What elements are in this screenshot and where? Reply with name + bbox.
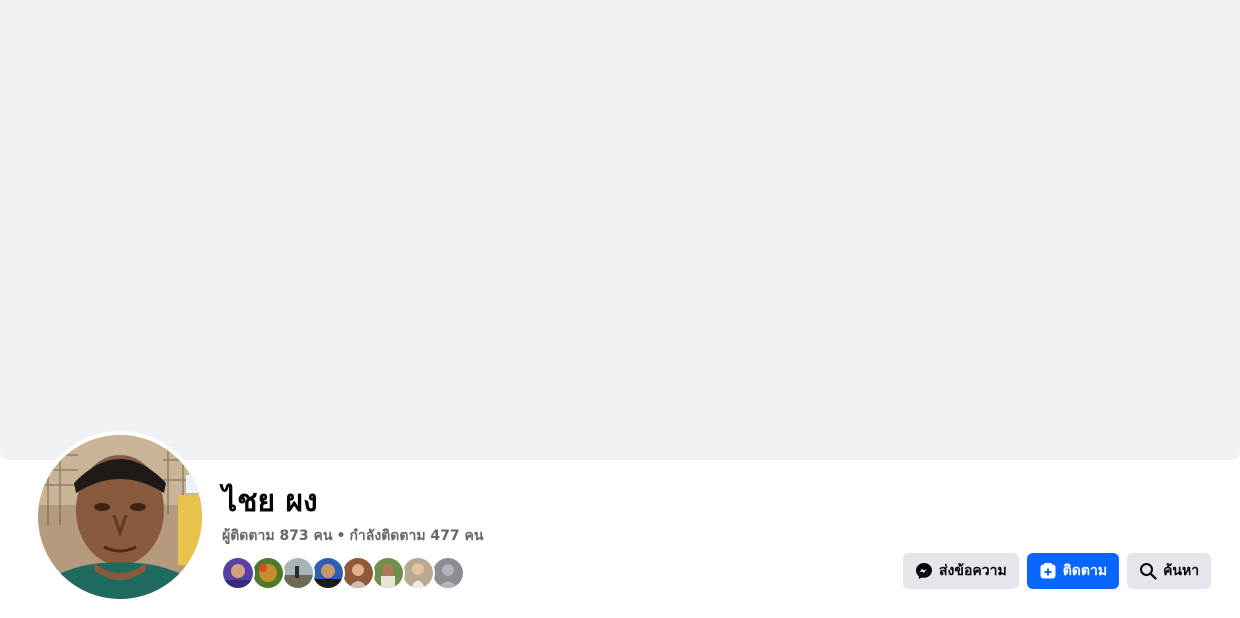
- profile-name: ไชย ผง: [222, 484, 318, 519]
- following-link[interactable]: กำลังติดตาม 477 คน: [349, 526, 483, 546]
- cover-photo[interactable]: [0, 0, 1240, 460]
- follow-button-label: ติดตาม: [1062, 563, 1108, 579]
- followers-link[interactable]: ผู้ติดตาม 873 คน: [222, 526, 332, 546]
- friend-avatar[interactable]: [311, 556, 345, 590]
- stats-separator: •: [336, 528, 346, 544]
- friend-avatar[interactable]: [371, 556, 405, 590]
- search-button[interactable]: ค้นหา: [1127, 553, 1212, 589]
- profile-picture-frame[interactable]: [34, 431, 206, 603]
- friend-avatar[interactable]: [431, 556, 465, 590]
- message-button[interactable]: ส่งข้อความ: [903, 553, 1019, 589]
- profile-actions: ส่งข้อความ ติดตาม ค้นหา: [903, 553, 1212, 589]
- search-icon: [1139, 562, 1157, 580]
- friend-avatar-stack: [221, 556, 465, 590]
- friend-avatar[interactable]: [221, 556, 255, 590]
- search-button-label: ค้นหา: [1163, 563, 1200, 579]
- profile-picture[interactable]: [38, 435, 202, 599]
- messenger-icon: [915, 562, 933, 580]
- friend-avatar[interactable]: [401, 556, 435, 590]
- friend-avatar[interactable]: [341, 556, 375, 590]
- follow-button[interactable]: ติดตาม: [1026, 553, 1120, 589]
- friend-avatar[interactable]: [251, 556, 285, 590]
- friend-avatar[interactable]: [281, 556, 315, 590]
- follow-add-icon: [1039, 562, 1057, 580]
- follow-stats: ผู้ติดตาม 873 คน • กำลังติดตาม 477 คน: [222, 526, 483, 546]
- message-button-label: ส่งข้อความ: [939, 563, 1007, 579]
